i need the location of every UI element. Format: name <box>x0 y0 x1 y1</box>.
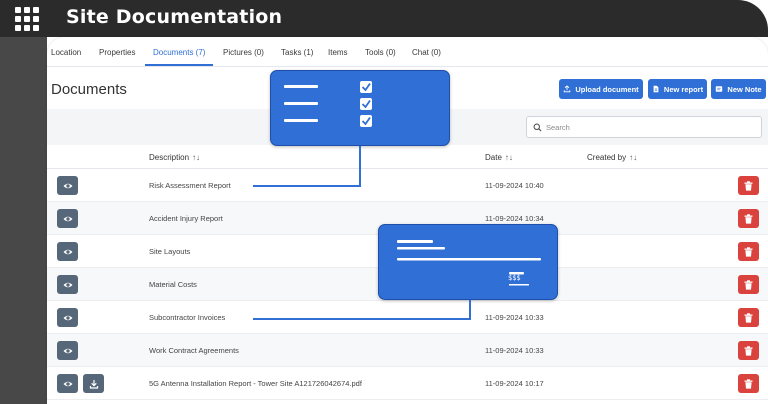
row-description[interactable]: Subcontractor Invoices <box>149 313 225 322</box>
tab-pictures[interactable]: Pictures (0) <box>223 48 264 57</box>
search-icon <box>533 123 542 132</box>
new-note-label: New Note <box>727 84 762 94</box>
search-box[interactable] <box>526 116 762 138</box>
upload-icon <box>564 85 571 93</box>
checklist-connector-arm <box>253 185 361 187</box>
trash-icon <box>744 180 753 191</box>
invoice-connector <box>469 300 471 320</box>
tab-location[interactable]: Location <box>51 48 81 57</box>
checklist-callout <box>270 70 450 146</box>
eye-icon <box>63 381 72 386</box>
sort-icon: ↑↓ <box>504 153 513 162</box>
delete-button[interactable] <box>738 341 759 360</box>
view-button[interactable] <box>57 341 78 360</box>
row-description[interactable]: Site Layouts <box>149 247 190 256</box>
new-note-button[interactable]: New Note <box>711 79 766 99</box>
row-date: 11-09-2024 10:40 <box>485 181 544 190</box>
delete-button[interactable] <box>738 176 759 195</box>
tab-properties[interactable]: Properties <box>99 48 135 57</box>
invoice-icon <box>397 240 541 286</box>
column-description-label: Description <box>149 153 190 162</box>
download-button[interactable] <box>83 374 104 393</box>
trash-icon <box>744 246 753 257</box>
delete-button[interactable] <box>738 308 759 327</box>
column-created-by[interactable]: Created by ↑↓ <box>587 153 637 162</box>
delete-button[interactable] <box>738 242 759 261</box>
new-report-label: New report <box>663 84 704 94</box>
delete-button[interactable] <box>738 374 759 393</box>
trash-icon <box>744 279 753 290</box>
view-button[interactable] <box>57 275 78 294</box>
top-bar: Site Documentation <box>0 0 768 37</box>
report-icon <box>653 85 659 93</box>
trash-icon <box>744 378 753 389</box>
tab-items[interactable]: Items <box>328 48 348 57</box>
new-report-button[interactable]: New report <box>648 79 707 99</box>
view-button[interactable] <box>57 242 78 261</box>
note-icon <box>716 86 723 92</box>
download-icon <box>89 379 98 389</box>
row-description[interactable]: Work Contract Agreements <box>149 346 239 355</box>
tab-bar: Location Properties Documents (7) Pictur… <box>47 37 768 67</box>
upload-document-button[interactable]: Upload document <box>559 79 643 99</box>
eye-icon <box>63 282 72 287</box>
view-button[interactable] <box>57 209 78 228</box>
delete-button[interactable] <box>738 209 759 228</box>
eye-icon <box>63 315 72 320</box>
page-title: Documents <box>51 81 127 98</box>
tab-chat[interactable]: Chat (0) <box>412 48 441 57</box>
eye-icon <box>63 249 72 254</box>
view-button[interactable] <box>57 374 78 393</box>
trash-icon <box>744 312 753 323</box>
view-button[interactable] <box>57 308 78 327</box>
table-row: Work Contract Agreements 11-09-2024 10:33 <box>47 334 768 367</box>
tab-documents[interactable]: Documents (7) <box>153 48 205 57</box>
checklist-connector <box>359 146 361 186</box>
app-title: Site Documentation <box>66 6 283 28</box>
invoice-connector-arm <box>253 318 471 320</box>
column-description[interactable]: Description ↑↓ <box>149 153 200 162</box>
row-description[interactable]: Material Costs <box>149 280 197 289</box>
app-frame: Site Documentation Location Properties D… <box>0 0 768 404</box>
delete-button[interactable] <box>738 275 759 294</box>
grid-menu-icon[interactable] <box>15 7 39 31</box>
tab-tools[interactable]: Tools (0) <box>365 48 396 57</box>
eye-icon <box>63 216 72 221</box>
row-date: 11-09-2024 10:17 <box>485 379 544 388</box>
table-header: Description ↑↓ Date ↑↓ Created by ↑↓ <box>47 145 768 169</box>
table-row: Risk Assessment Report 11-09-2024 10:40 <box>47 169 768 202</box>
eye-icon <box>63 348 72 353</box>
row-date: 11-09-2024 10:33 <box>485 313 544 322</box>
active-tab-indicator <box>145 64 213 66</box>
row-description[interactable]: 5G Antenna Installation Report - Tower S… <box>149 379 362 388</box>
invoice-amount: $$$ <box>508 274 521 282</box>
column-date[interactable]: Date ↑↓ <box>485 153 513 162</box>
upload-document-label: Upload document <box>575 84 639 94</box>
row-description[interactable]: Risk Assessment Report <box>149 181 231 190</box>
tab-tasks[interactable]: Tasks (1) <box>281 48 313 57</box>
checklist-icon <box>284 81 372 127</box>
eye-icon <box>63 183 72 188</box>
column-created-by-label: Created by <box>587 153 627 162</box>
search-input[interactable] <box>546 119 756 135</box>
row-date: 11-09-2024 10:34 <box>485 214 544 223</box>
sort-icon: ↑↓ <box>629 153 638 162</box>
trash-icon <box>744 213 753 224</box>
column-date-label: Date <box>485 153 502 162</box>
view-button[interactable] <box>57 176 78 195</box>
table-row: 5G Antenna Installation Report - Tower S… <box>47 367 768 400</box>
row-date: 11-09-2024 10:33 <box>485 346 544 355</box>
sort-icon: ↑↓ <box>192 153 201 162</box>
side-rail <box>0 37 47 404</box>
trash-icon <box>744 345 753 356</box>
invoice-callout: $$$ <box>378 224 558 300</box>
row-description[interactable]: Accident Injury Report <box>149 214 223 223</box>
